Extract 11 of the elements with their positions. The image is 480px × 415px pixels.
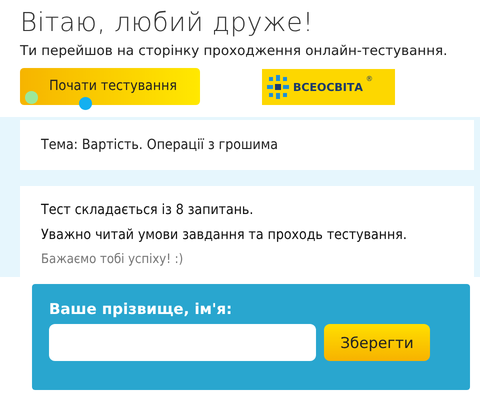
subtitle: Ти перейшов на сторінку проходження онлайн-тестування.	[20, 43, 448, 59]
info-text: Уважно читай умови завдання та проходь тестування.	[41, 227, 408, 243]
name-input-field[interactable]	[49, 324, 316, 361]
field-label: Ваше прізвище, ім'я:	[49, 300, 232, 318]
save-button[interactable]: Зберегти	[324, 324, 430, 361]
topic-text: Тема: Вартість. Операції з грошима	[41, 137, 279, 153]
snowflake-icon	[266, 74, 290, 100]
info-text: Бажаємо тобі успіху! :)	[41, 252, 184, 267]
start-button[interactable]: Почати тестування	[20, 68, 200, 104]
page-title: Вітаю, любий друже!	[20, 7, 314, 40]
info-text: Тест складається із 8 запитань.	[41, 202, 254, 218]
